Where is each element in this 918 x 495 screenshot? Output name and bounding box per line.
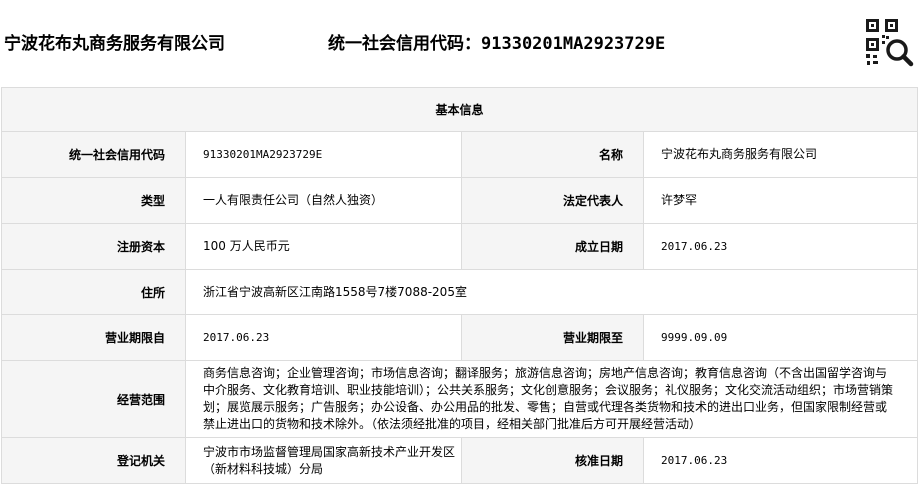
table-row: 统一社会信用代码 91330201MA2923729E 名称 宁波花布丸商务服务…: [1, 131, 918, 178]
table-row: 类型 一人有限责任公司（自然人独资） 法定代表人 许梦罕: [1, 177, 918, 224]
address-cell: 浙江省宁波高新区江南路1558号7楼7088-205室: [184, 269, 918, 315]
term-to-label-cell: 营业期限至: [461, 314, 644, 361]
reg-capital-label-cell: 注册资本: [1, 223, 186, 270]
name-label-cell: 名称: [461, 131, 644, 178]
founded-cell: 2017.06.23: [642, 223, 918, 270]
company-name: 宁波花布丸商务服务有限公司: [4, 34, 225, 54]
table-row: 营业期限自 2017.06.23 营业期限至 9999.09.09: [1, 314, 918, 361]
table-row: 注册资本 100 万人民币元 成立日期 2017.06.23: [1, 223, 918, 270]
credit-code-value: 91330201MA2923729E: [481, 34, 666, 54]
term-to-cell: 9999.09.09: [642, 314, 918, 361]
table-title: 基本信息: [0, 87, 918, 132]
type-label-cell: 类型: [1, 177, 186, 224]
approval-date-label-cell: 核准日期: [461, 437, 644, 484]
approval-date-cell: 2017.06.23: [642, 437, 918, 484]
legal-rep-label-cell: 法定代表人: [461, 177, 644, 224]
credit-code-label-cell: 统一社会信用代码: [1, 131, 186, 178]
table-row: 经营范围 商务信息咨询；企业管理咨询；市场信息咨询；翻译服务；旅游信息咨询；房地…: [1, 360, 918, 438]
term-from-label-cell: 营业期限自: [1, 314, 186, 361]
founded-label-cell: 成立日期: [461, 223, 644, 270]
basic-info-table: 基本信息 统一社会信用代码 91330201MA2923729E 名称 宁波花布…: [0, 87, 918, 484]
table-row: 住所 浙江省宁波高新区江南路1558号7楼7088-205室: [1, 269, 918, 315]
table-header-row: 基本信息: [0, 87, 918, 132]
name-cell: 宁波花布丸商务服务有限公司: [642, 131, 918, 178]
address-label-cell: 住所: [1, 269, 186, 315]
table-row: 登记机关 宁波市市场监督管理局国家高新技术产业开发区（新材料科技城）分局 核准日…: [1, 437, 918, 484]
type-cell: 一人有限责任公司（自然人独资）: [185, 177, 462, 224]
term-from-cell: 2017.06.23: [185, 314, 462, 361]
scope-label-cell: 经营范围: [1, 360, 186, 438]
credit-code-label: 统一社会信用代码：: [328, 34, 481, 54]
authority-cell: 宁波市市场监督管理局国家高新技术产业开发区（新材料科技城）分局: [185, 437, 462, 484]
reg-capital-cell: 100 万人民币元: [185, 223, 462, 270]
scope-cell: 商务信息咨询；企业管理咨询；市场信息咨询；翻译服务；旅游信息咨询；房地产信息咨询…: [184, 360, 918, 438]
credit-code-line: 统一社会信用代码：91330201MA2923729E: [328, 29, 665, 54]
authority-label-cell: 登记机关: [1, 437, 186, 484]
legal-rep-cell: 许梦罕: [642, 177, 918, 224]
credit-code-cell: 91330201MA2923729E: [185, 131, 462, 178]
company-header: 宁波花布丸商务服务有限公司 统一社会信用代码：91330201MA2923729…: [0, 0, 918, 80]
qr-code-search-icon[interactable]: [864, 17, 914, 69]
